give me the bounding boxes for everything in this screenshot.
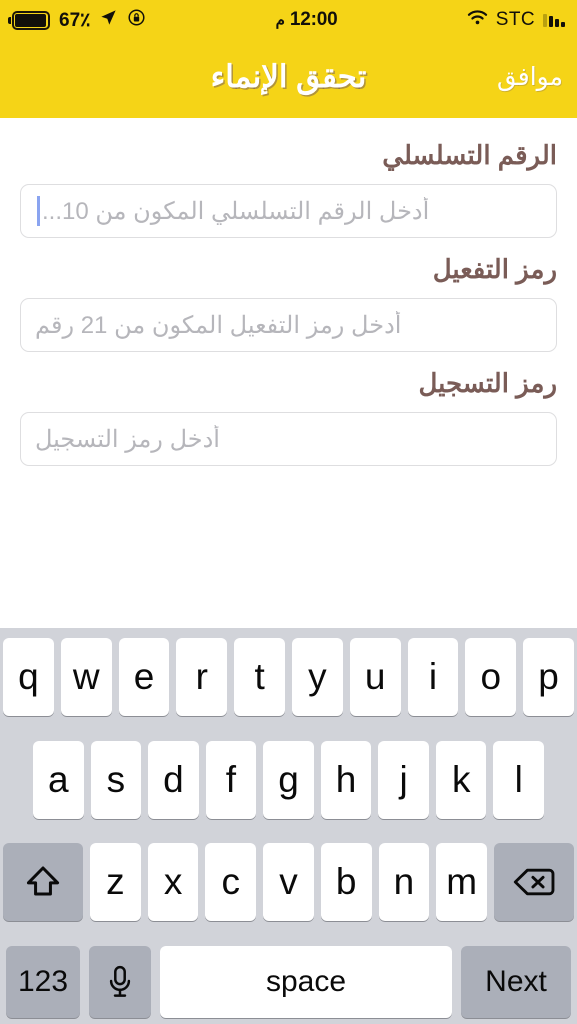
keyboard-row-4: 123 space Next	[0, 945, 577, 1018]
key-j[interactable]: j	[378, 740, 429, 819]
key-p[interactable]: p	[523, 638, 574, 716]
status-bar-center: م 12:00	[146, 9, 466, 31]
key-o[interactable]: o	[465, 638, 517, 716]
shift-key[interactable]	[2, 843, 83, 922]
key-z[interactable]: z	[89, 843, 141, 922]
key-c[interactable]: c	[205, 843, 257, 922]
key-g[interactable]: g	[263, 740, 314, 819]
key-l[interactable]: l	[493, 740, 545, 819]
on-screen-keyboard: q w e r t y u i o p a s d f g h j k l z …	[0, 628, 577, 1024]
time-label: 12:00	[289, 9, 338, 30]
numbers-key[interactable]: 123	[6, 945, 80, 1018]
navigation-bar: تحقق الإنماء موافق	[0, 40, 577, 118]
key-n[interactable]: n	[378, 843, 430, 922]
shift-icon	[23, 862, 63, 902]
serial-number-label: الرقم التسلسلي	[382, 140, 557, 170]
registration-code-placeholder: أدخل رمز التسجيل	[35, 425, 220, 453]
key-h[interactable]: h	[320, 740, 372, 819]
activation-code-input[interactable]: أدخل رمز التفعيل المكون من 21 رقم	[20, 298, 557, 352]
key-u[interactable]: u	[349, 638, 401, 716]
key-x[interactable]: x	[147, 843, 199, 922]
key-v[interactable]: v	[263, 843, 314, 922]
carrier-label: STC	[495, 9, 535, 30]
keyboard-row-3: z x c v b n m	[0, 843, 577, 922]
key-e[interactable]: e	[118, 638, 170, 716]
key-r[interactable]: r	[176, 638, 228, 716]
text-caret	[37, 196, 40, 226]
battery-percent-label: 67٪	[59, 9, 91, 31]
status-bar-right: STC	[467, 9, 565, 31]
key-w[interactable]: w	[60, 638, 112, 716]
key-k[interactable]: k	[435, 740, 487, 819]
dictation-key[interactable]	[89, 945, 151, 1018]
serial-number-field-group: الرقم التسلسلي أدخل الرقم التسلسلي المكو…	[20, 140, 557, 238]
signal-bars-icon	[543, 13, 565, 27]
key-m[interactable]: m	[436, 843, 488, 922]
page-title: تحقق الإنماء	[210, 59, 367, 94]
serial-number-placeholder: أدخل الرقم التسلسلي المكون من 10...	[42, 197, 430, 225]
key-f[interactable]: f	[205, 740, 257, 819]
keyboard-row-1: q w e r t y u i o p	[0, 638, 577, 716]
registration-code-field-group: رمز التسجيل أدخل رمز التسجيل	[20, 368, 557, 466]
activation-code-placeholder: أدخل رمز التفعيل المكون من 21 رقم	[35, 311, 402, 339]
microphone-icon	[106, 965, 134, 999]
key-i[interactable]: i	[407, 638, 459, 716]
key-q[interactable]: q	[3, 638, 54, 716]
registration-code-label: رمز التسجيل	[418, 368, 557, 398]
confirm-button[interactable]: موافق	[497, 62, 563, 96]
registration-code-input[interactable]: أدخل رمز التسجيل	[20, 412, 557, 466]
key-a[interactable]: a	[32, 740, 84, 819]
key-d[interactable]: d	[148, 740, 199, 819]
backspace-icon	[512, 865, 556, 899]
serial-number-input[interactable]: أدخل الرقم التسلسلي المكون من 10...	[20, 184, 557, 238]
status-bar: 67٪ م 12:00 STC	[0, 0, 577, 40]
activation-code-field-group: رمز التفعيل أدخل رمز التفعيل المكون من 2…	[20, 254, 557, 352]
activation-code-label: رمز التفعيل	[432, 254, 557, 284]
time-ampm-label: م	[275, 12, 285, 29]
space-key[interactable]: space	[160, 945, 452, 1018]
key-s[interactable]: s	[90, 740, 142, 819]
key-t[interactable]: t	[234, 638, 285, 716]
keyboard-row-2: a s d f g h j k l	[0, 740, 577, 819]
status-bar-left: 67٪	[8, 8, 146, 32]
phone-screen: 67٪ م 12:00 STC تحقق الإنماء موافق الرقم…	[0, 0, 577, 1024]
verification-form: الرقم التسلسلي أدخل الرقم التسلسلي المكو…	[0, 118, 577, 482]
rotation-lock-icon	[127, 8, 146, 32]
backspace-key[interactable]	[494, 843, 575, 922]
key-y[interactable]: y	[292, 638, 343, 716]
battery-icon	[8, 10, 50, 30]
wifi-icon	[467, 9, 488, 31]
location-arrow-icon	[99, 8, 118, 32]
key-b[interactable]: b	[320, 843, 372, 922]
return-key[interactable]: Next	[461, 945, 571, 1018]
